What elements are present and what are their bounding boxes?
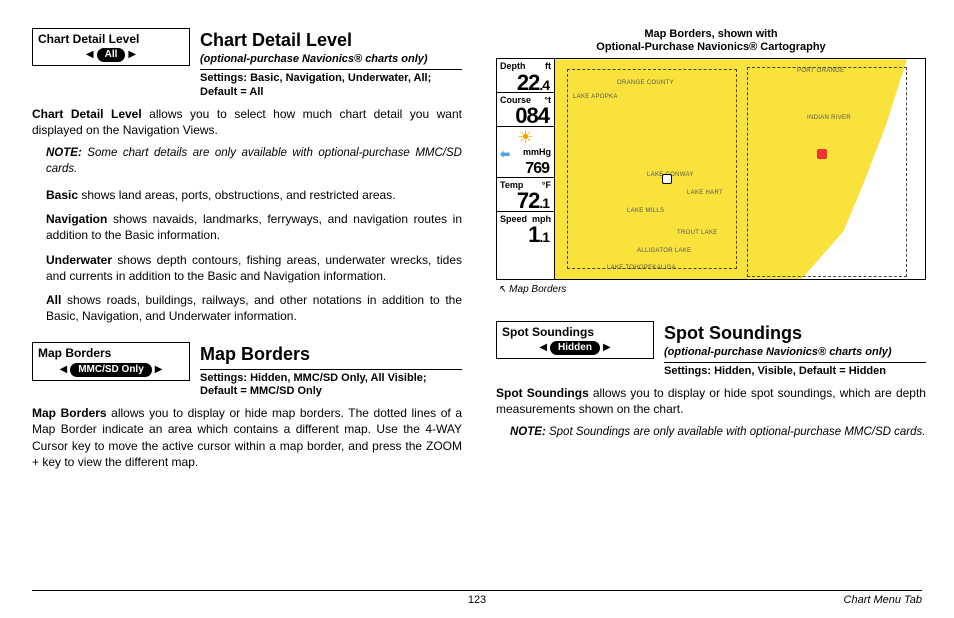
waypoint-icon xyxy=(817,149,827,159)
selector-title: Map Borders xyxy=(33,343,189,361)
arrow-left-icon[interactable]: ◀ xyxy=(539,343,547,353)
arrow-right-icon[interactable]: ▶ xyxy=(128,50,136,60)
section-heading: Spot Soundings xyxy=(664,321,926,345)
selector-title: Spot Soundings xyxy=(497,322,653,340)
underwater-desc: Underwater shows depth contours, fishing… xyxy=(46,252,462,284)
waypoint-icon xyxy=(662,174,672,184)
section-settings: Settings: Hidden, MMC/SD Only, All Visib… xyxy=(200,372,462,400)
data-readout-panel: Depthft 22.4 Course°t 084 ☀ ⬅mmHg 769 Te… xyxy=(497,59,555,279)
navigation-desc: Navigation shows navaids, landmarks, fer… xyxy=(46,211,462,243)
section-subheading: (optional-purchase Navionics® charts onl… xyxy=(664,345,926,360)
map-caption: Map Borders, shown withOptional-Purchase… xyxy=(496,28,926,54)
map-screenshot: LAKE APOPKA ORANGE COUNTY PORT ORANGE LA… xyxy=(496,58,926,280)
sun-icon: ☀ xyxy=(500,128,551,146)
section-settings: Settings: Hidden, Visible, Default = Hid… xyxy=(664,365,926,379)
section-heading: Chart Detail Level xyxy=(200,28,462,52)
section-subheading: (optional-purchase Navionics® charts onl… xyxy=(200,52,462,67)
map-borders-selector[interactable]: Map Borders ◀ MMC/SD Only ▶ xyxy=(32,342,190,380)
arrow-left-icon[interactable]: ◀ xyxy=(60,365,68,375)
arrow-left-icon: ⬅ xyxy=(500,146,510,162)
arrow-right-icon[interactable]: ▶ xyxy=(603,343,611,353)
page-number: 123 xyxy=(468,594,486,606)
spot-intro: Spot Soundings allows you to display or … xyxy=(496,385,926,417)
spot-soundings-selector[interactable]: Spot Soundings ◀ Hidden ▶ xyxy=(496,321,654,359)
selector-value: Hidden xyxy=(550,341,600,355)
basic-desc: Basic shows land areas, ports, obstructi… xyxy=(46,187,462,203)
spot-note: NOTE: Spot Soundings are only available … xyxy=(496,425,926,441)
arrow-right-icon[interactable]: ▶ xyxy=(155,365,163,375)
all-desc: All shows roads, buildings, railways, an… xyxy=(46,292,462,324)
footer-tab: Chart Menu Tab xyxy=(844,594,922,606)
chart-detail-intro: Chart Detail Level allows you to select … xyxy=(32,106,462,138)
map-borders-intro: Map Borders allows you to display or hid… xyxy=(32,405,462,470)
section-settings: Settings: Basic, Navigation, Underwater,… xyxy=(200,72,462,100)
chart-detail-note: NOTE: Some chart details are only availa… xyxy=(32,146,462,177)
section-heading: Map Borders xyxy=(200,342,462,366)
map-borders-label: ↖ Map Borders xyxy=(496,283,926,297)
selector-value: All xyxy=(97,48,126,62)
page-footer: 123 Chart Menu Tab xyxy=(32,590,922,606)
arrow-left-icon[interactable]: ◀ xyxy=(86,50,94,60)
chart-detail-level-selector[interactable]: Chart Detail Level ◀ All ▶ xyxy=(32,28,190,66)
selector-title: Chart Detail Level xyxy=(33,29,189,47)
selector-value: MMC/SD Only xyxy=(70,363,152,377)
